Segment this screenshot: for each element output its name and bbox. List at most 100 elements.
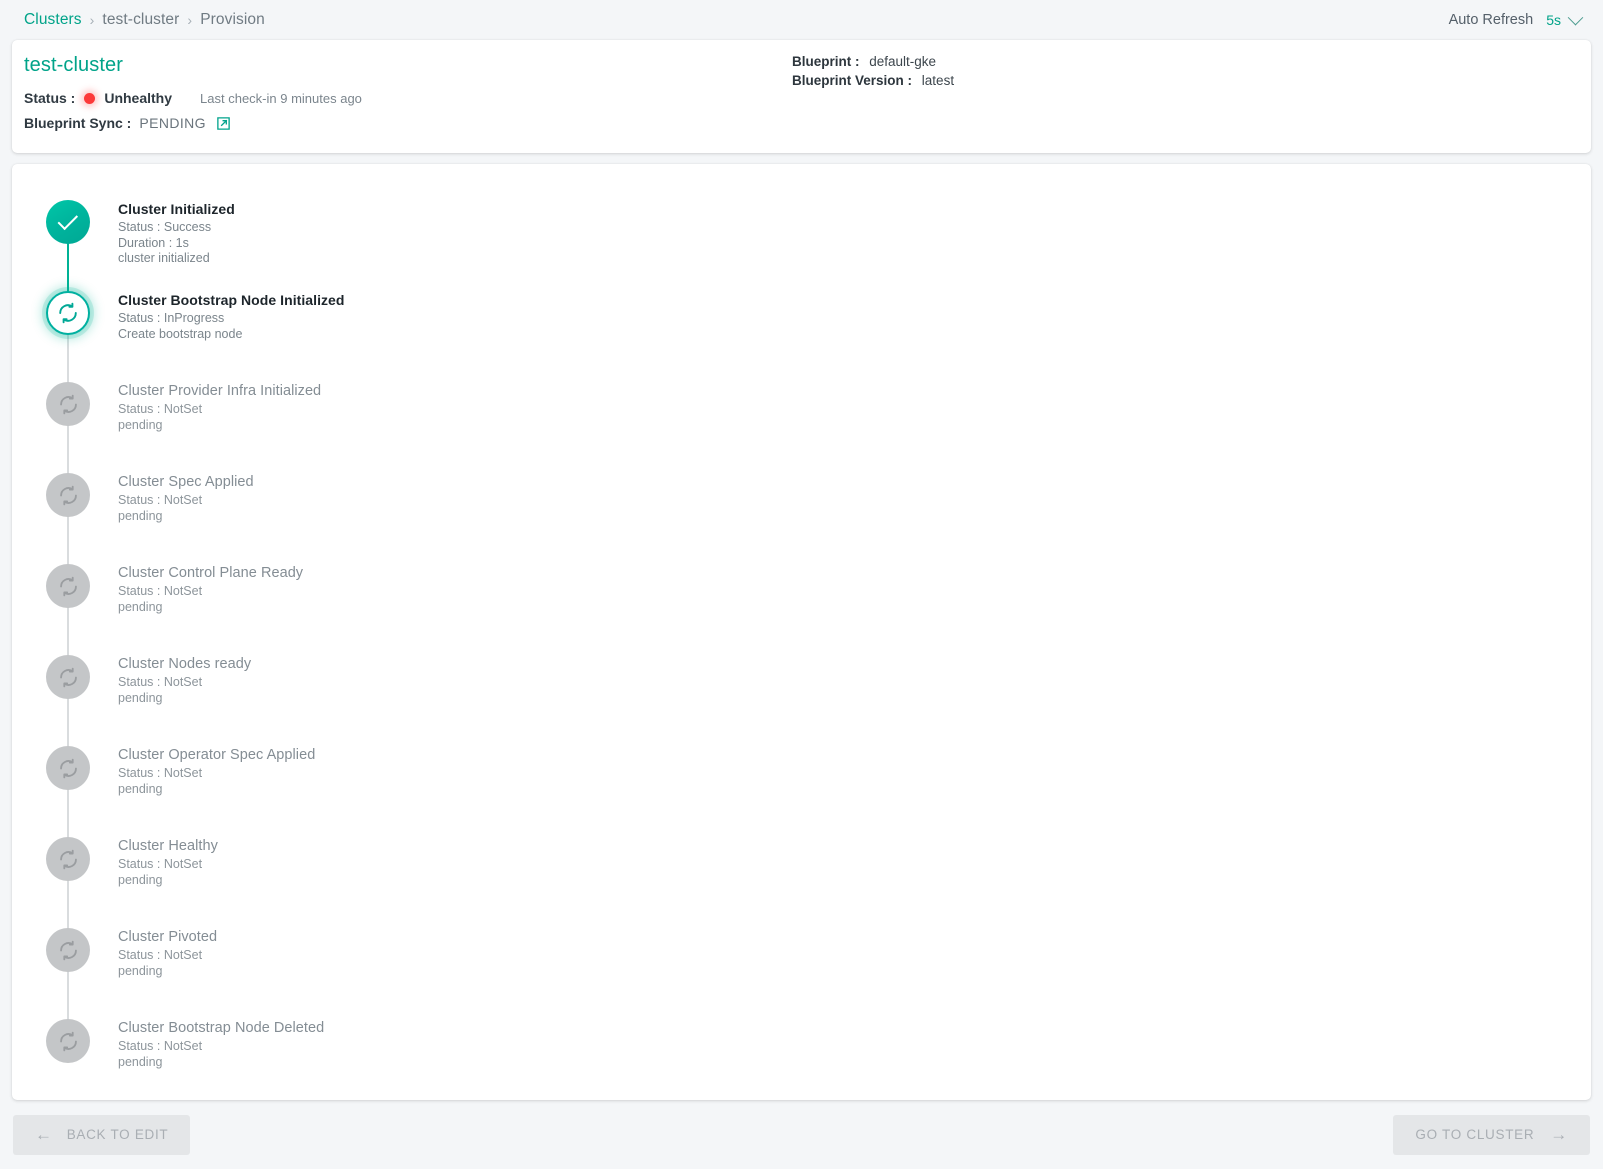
timeline-step-title: Cluster Operator Spec Applied	[118, 747, 316, 763]
timeline-step-message: pending	[118, 781, 163, 796]
breadcrumb-item-provision: Provision	[200, 11, 265, 28]
blueprint-info: Blueprint : default-gke Blueprint Versio…	[792, 52, 954, 90]
back-to-edit-button[interactable]: ← BACK TO EDIT	[13, 1114, 191, 1155]
timeline-step-status: Status : Success	[118, 220, 212, 234]
breadcrumb-item-test-cluster[interactable]: test-cluster	[102, 11, 179, 29]
breadcrumb-separator-icon: ›	[187, 12, 193, 28]
breadcrumb: Clusters › test-cluster › Provision	[24, 11, 265, 29]
sync-icon	[59, 667, 77, 687]
timeline-step-message: pending	[118, 963, 163, 978]
timeline-step-text: Cluster Healthy Status : NotSet pending	[118, 837, 218, 888]
timeline-node-pending	[46, 928, 90, 972]
go-to-cluster-label: GO TO CLUSTER	[1415, 1127, 1535, 1142]
last-checkin-value: 9 minutes ago	[280, 90, 362, 106]
timeline-step-status: Status : NotSet	[118, 857, 203, 871]
back-to-edit-label: BACK TO EDIT	[66, 1127, 169, 1142]
status-label: Status :	[24, 90, 76, 106]
timeline-step-text: Cluster Bootstrap Node Initialized Status…	[118, 291, 345, 342]
auto-refresh-value[interactable]: 5s	[1546, 12, 1561, 28]
timeline-step-title: Cluster Pivoted	[118, 929, 218, 945]
timeline-step-title: Cluster Provider Infra Initialized	[118, 383, 322, 399]
timeline-step: Cluster Spec Applied Status : NotSet pendi…	[46, 473, 1591, 586]
timeline-step-status: Status : InProgress	[118, 311, 225, 325]
timeline-node-pending	[46, 837, 90, 881]
timeline-step: Cluster Bootstrap Node Initialized Status…	[46, 291, 1591, 404]
blueprint-sync-row: Blueprint Sync : PENDING	[24, 115, 231, 131]
timeline-step: Cluster Bootstrap Node Deleted Status : N…	[46, 1019, 1591, 1093]
timeline-step-status: Status : NotSet	[118, 402, 203, 416]
provision-timeline: Cluster Initialized Status : Success Durat…	[12, 164, 1591, 1100]
arrow-right-icon: →	[1550, 1125, 1568, 1144]
timeline-step-duration: Duration : 1s	[118, 235, 189, 250]
breadcrumb-item-clusters[interactable]: Clusters	[24, 11, 82, 29]
timeline-step-status: Status : NotSet	[118, 1039, 203, 1053]
timeline-step-title: Cluster Healthy	[118, 838, 218, 854]
status-indicator-dot	[84, 92, 96, 104]
external-link-icon[interactable]	[216, 116, 231, 131]
timeline-step-title: Cluster Bootstrap Node Deleted	[118, 1020, 325, 1036]
blueprint-row: Blueprint : default-gke	[792, 52, 954, 71]
timeline-node-inprogress	[46, 291, 90, 335]
timeline-step-message: pending	[118, 872, 163, 887]
go-to-cluster-button[interactable]: GO TO CLUSTER →	[1393, 1114, 1590, 1155]
timeline-step-title: Cluster Initialized	[118, 201, 235, 217]
timeline-step: Cluster Nodes ready Status : NotSet pendin…	[46, 655, 1591, 768]
auto-refresh-control[interactable]: Auto Refresh 5s	[1448, 9, 1584, 28]
last-checkin-label: Last check-in	[200, 90, 277, 106]
timeline-step-text: Cluster Initialized Status : Success Durat…	[118, 200, 235, 267]
blueprint-value: default-gke	[869, 54, 937, 69]
blueprint-sync-label: Blueprint Sync :	[24, 115, 132, 131]
blueprint-sync-value: PENDING	[139, 115, 206, 131]
timeline-step-title: Cluster Bootstrap Node Initialized	[118, 292, 345, 308]
timeline-step: Cluster Pivoted Status : NotSet pending	[46, 928, 1591, 1041]
timeline-step-text: Cluster Spec Applied Status : NotSet pendi…	[118, 473, 254, 524]
status-badge: Unhealthy	[104, 90, 173, 106]
timeline-step-message: pending	[118, 690, 163, 705]
timeline-node-pending	[46, 473, 90, 517]
timeline-step-text: Cluster Pivoted Status : NotSet pending	[118, 928, 217, 979]
timeline-step-text: Cluster Bootstrap Node Deleted Status : N…	[118, 1019, 324, 1070]
timeline-step: Cluster Provider Infra Initialized Status…	[46, 382, 1591, 495]
timeline-step-text: Cluster Operator Spec Applied Status : No…	[118, 746, 315, 797]
page-title: test-cluster	[24, 54, 124, 76]
timeline-step-message: Create bootstrap node	[118, 326, 243, 341]
provision-timeline-card: Cluster Initialized Status : Success Durat…	[12, 164, 1591, 1100]
provision-page: Clusters › test-cluster › Provision Auto…	[0, 0, 1603, 1169]
timeline-step-title: Cluster Control Plane Ready	[118, 565, 304, 581]
timeline-step-text: Cluster Control Plane Ready Status : NotS…	[118, 564, 303, 615]
sync-icon	[59, 849, 77, 869]
timeline-step-status: Status : NotSet	[118, 493, 203, 507]
timeline-step-status: Status : NotSet	[118, 766, 203, 780]
blueprint-version-label: Blueprint Version :	[792, 73, 913, 88]
auto-refresh-label: Auto Refresh	[1448, 12, 1534, 28]
sync-icon	[59, 758, 77, 778]
chevron-down-icon[interactable]	[1567, 9, 1584, 25]
sync-icon	[59, 394, 77, 414]
timeline-step: Cluster Initialized Status : Success Durat…	[46, 200, 1591, 313]
timeline-node-pending	[46, 1019, 90, 1063]
top-bar: Clusters › test-cluster › Provision Auto…	[0, 0, 1603, 40]
timeline-step: Cluster Operator Spec Applied Status : No…	[46, 746, 1591, 859]
arrow-left-icon: ←	[35, 1125, 53, 1144]
timeline-node-pending	[46, 382, 90, 426]
timeline-node-pending	[46, 655, 90, 699]
timeline-step-title: Cluster Spec Applied	[118, 474, 254, 490]
timeline-step-message: pending	[118, 508, 163, 523]
timeline-node-pending	[46, 746, 90, 790]
timeline-step-status: Status : NotSet	[118, 675, 203, 689]
timeline-step-message: pending	[118, 417, 163, 432]
sync-icon	[59, 940, 77, 960]
check-icon	[57, 209, 78, 231]
cluster-summary-card: test-cluster Status : Unhealthy Last che…	[12, 40, 1591, 153]
last-checkin: Last check-in 9 minutes ago	[200, 91, 362, 106]
timeline-step-text: Cluster Provider Infra Initialized Status…	[118, 382, 321, 433]
timeline-step: Cluster Healthy Status : NotSet pending	[46, 837, 1591, 950]
breadcrumb-separator-icon: ›	[89, 12, 95, 28]
timeline-step-title: Cluster Nodes ready	[118, 656, 252, 672]
timeline-node-pending	[46, 564, 90, 608]
sync-icon	[59, 1031, 77, 1051]
blueprint-version-row: Blueprint Version : latest	[792, 71, 954, 90]
status-row: Status : Unhealthy Last check-in 9 minut…	[24, 90, 362, 106]
blueprint-label: Blueprint :	[792, 54, 860, 69]
sync-icon	[59, 576, 77, 596]
